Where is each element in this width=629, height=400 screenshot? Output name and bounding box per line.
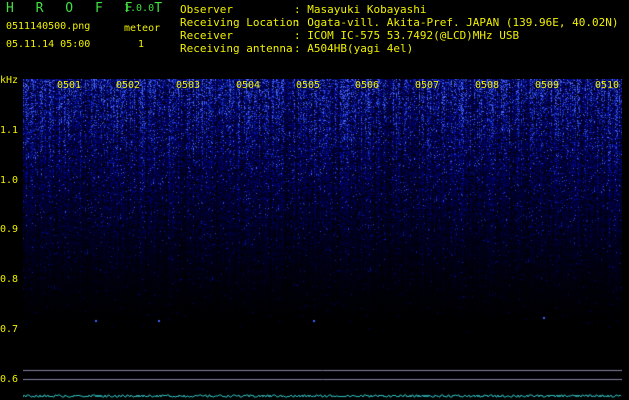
info-key-antenna: Receiving antenna bbox=[180, 42, 293, 55]
time-label-0504: 0504 bbox=[236, 80, 261, 91]
time-label-0505: 0505 bbox=[296, 80, 321, 91]
meteor-count: 1 bbox=[138, 39, 145, 50]
time-label-0509: 0509 bbox=[535, 80, 560, 91]
spectrogram bbox=[23, 79, 622, 400]
info-key-location: Receiving Location bbox=[180, 16, 300, 29]
time-label-0503: 0503 bbox=[176, 80, 201, 91]
time-label-0507: 0507 bbox=[415, 80, 440, 91]
y-label-1.1: 1.1 bbox=[0, 125, 19, 136]
meteor-label: meteor bbox=[124, 23, 161, 34]
info-key-observer: Observer bbox=[180, 3, 233, 16]
y-label-0.8: 0.8 bbox=[0, 274, 19, 285]
y-label-0.7: 0.7 bbox=[0, 324, 19, 335]
y-unit-label: kHz bbox=[0, 75, 19, 86]
file-name: 0511140500.png bbox=[6, 21, 91, 32]
info-value-receiver: : ICOM IC-575 53.7492(@LCD)MHz USB bbox=[294, 29, 520, 42]
y-label-0.9: 0.9 bbox=[0, 224, 19, 235]
hroftt-window: H R O F F T 1.0.0 0511140500.png meteor … bbox=[0, 0, 629, 400]
y-label-0.6: 0.6 bbox=[0, 374, 19, 385]
app-version: 1.0.0 bbox=[124, 3, 155, 14]
info-value-observer: : Masayuki Kobayashi bbox=[294, 3, 427, 16]
time-label-0510: 0510 bbox=[595, 80, 620, 91]
info-value-antenna: : A504HB(yagi 4el) bbox=[294, 42, 414, 55]
info-value-location: : Ogata-vill. Akita-Pref. JAPAN (139.96E… bbox=[294, 16, 619, 29]
info-key-receiver: Receiver bbox=[180, 29, 233, 42]
datetime: 05.11.14 05:00 bbox=[6, 39, 91, 50]
time-label-0508: 0508 bbox=[475, 80, 500, 91]
y-label-1.0: 1.0 bbox=[0, 175, 19, 186]
time-label-0502: 0502 bbox=[116, 80, 141, 91]
time-label-0501: 0501 bbox=[57, 80, 82, 91]
time-label-0506: 0506 bbox=[355, 80, 380, 91]
